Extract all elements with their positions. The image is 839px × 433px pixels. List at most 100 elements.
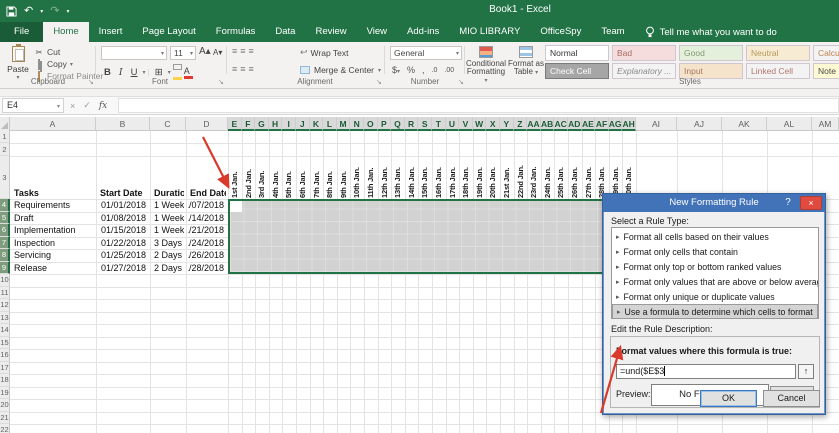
- rule-type-option[interactable]: ▸Format all cells based on their values: [612, 229, 818, 244]
- enter-entry-icon[interactable]: ✓: [83, 100, 91, 111]
- column-header-AB[interactable]: AB: [541, 117, 555, 131]
- row-header-19[interactable]: 19: [0, 387, 10, 400]
- tab-insert[interactable]: Insert: [89, 22, 133, 42]
- column-header-C[interactable]: C: [150, 117, 186, 131]
- align-center-icon[interactable]: ≡: [240, 64, 244, 74]
- column-header-Z[interactable]: Z: [514, 117, 528, 131]
- row-header-2[interactable]: 2: [0, 143, 10, 156]
- row-header-1[interactable]: 1: [0, 131, 10, 143]
- tell-me-box[interactable]: Tell me what you want to do: [635, 22, 787, 42]
- cell-style-linked-cell[interactable]: Linked Cell: [746, 63, 810, 79]
- cell-style-bad[interactable]: Bad: [612, 45, 676, 61]
- rule-formula-input[interactable]: =und($E$3: [616, 364, 796, 379]
- tab-page-layout[interactable]: Page Layout: [132, 22, 205, 42]
- column-header-AH[interactable]: AH: [622, 117, 636, 131]
- accounting-format-icon[interactable]: $▾: [392, 65, 400, 75]
- row-header-10[interactable]: 10: [0, 274, 10, 287]
- column-header-D[interactable]: D: [186, 117, 228, 131]
- align-left-icon[interactable]: ≡: [232, 64, 236, 74]
- undo-icon[interactable]: ↶: [24, 4, 33, 18]
- row-header-20[interactable]: 20: [0, 399, 10, 412]
- ok-button[interactable]: OK: [700, 390, 757, 407]
- italic-button[interactable]: I: [116, 67, 126, 78]
- row-header-14[interactable]: 14: [0, 324, 10, 337]
- font-name-combo[interactable]: ▾: [101, 46, 167, 60]
- bold-button[interactable]: B: [101, 67, 114, 78]
- comma-style-icon[interactable]: ,: [422, 65, 425, 75]
- tab-file[interactable]: File: [0, 22, 43, 42]
- customize-qat-icon[interactable]: ▾: [66, 8, 69, 15]
- rule-type-option[interactable]: ▸Format only values that are above or be…: [612, 274, 818, 289]
- row-header-4[interactable]: 4: [0, 199, 10, 212]
- column-header-A[interactable]: A: [10, 117, 96, 131]
- tab-home[interactable]: Home: [43, 22, 88, 42]
- column-header-AK[interactable]: AK: [722, 117, 767, 131]
- align-bottom-icon[interactable]: ≡: [249, 46, 253, 56]
- cell-style-calculation[interactable]: Calculation: [813, 45, 839, 61]
- cell-style-normal[interactable]: Normal: [545, 45, 609, 61]
- cancel-entry-icon[interactable]: ×: [70, 101, 75, 111]
- column-header-H[interactable]: H: [269, 117, 283, 131]
- column-header-E[interactable]: E: [228, 117, 242, 131]
- column-header-B[interactable]: B: [96, 117, 150, 131]
- tab-officespy[interactable]: OfficeSpy: [530, 22, 591, 42]
- cell-style-neutral[interactable]: Neutral: [746, 45, 810, 61]
- merge-center-button[interactable]: Merge & Center ▾: [300, 65, 381, 75]
- column-header-O[interactable]: O: [364, 117, 378, 131]
- rule-type-option[interactable]: ▸Format only cells that contain: [612, 244, 818, 259]
- column-header-Q[interactable]: Q: [391, 117, 405, 131]
- wrap-text-button[interactable]: ↩Wrap Text: [300, 47, 349, 58]
- column-header-AI[interactable]: AI: [636, 117, 677, 131]
- undo-caret-icon[interactable]: ▾: [40, 8, 43, 15]
- column-header-AA[interactable]: AA: [527, 117, 541, 131]
- column-header-AL[interactable]: AL: [767, 117, 812, 131]
- font-size-combo[interactable]: 11▾: [170, 46, 196, 60]
- column-header-W[interactable]: W: [473, 117, 487, 131]
- collapse-dialog-button[interactable]: ↑: [798, 364, 814, 379]
- column-header-V[interactable]: V: [459, 117, 473, 131]
- tab-mio-library[interactable]: MIO LIBRARY: [449, 22, 530, 42]
- grow-font-icon[interactable]: A▴: [199, 46, 211, 57]
- column-header-AD[interactable]: AD: [568, 117, 582, 131]
- align-top-icon[interactable]: ≡: [232, 46, 236, 56]
- row-header-9[interactable]: 9: [0, 262, 10, 275]
- column-header-AC[interactable]: AC: [554, 117, 568, 131]
- column-header-AE[interactable]: AE: [582, 117, 596, 131]
- cut-button[interactable]: ✂Cut: [34, 46, 103, 58]
- column-header-AG[interactable]: AG: [609, 117, 623, 131]
- column-header-Y[interactable]: Y: [500, 117, 514, 131]
- cell-style-good[interactable]: Good: [679, 45, 743, 61]
- cancel-button[interactable]: Cancel: [763, 390, 820, 407]
- copy-button[interactable]: Copy ▾: [34, 58, 103, 70]
- formula-input[interactable]: [118, 98, 839, 113]
- row-header-21[interactable]: 21: [0, 412, 10, 425]
- column-header-I[interactable]: I: [282, 117, 296, 131]
- row-header-15[interactable]: 15: [0, 337, 10, 350]
- row-header-13[interactable]: 13: [0, 312, 10, 325]
- underline-button[interactable]: U: [128, 67, 141, 78]
- column-header-AJ[interactable]: AJ: [677, 117, 722, 131]
- column-header-F[interactable]: F: [242, 117, 256, 131]
- column-header-AF[interactable]: AF: [595, 117, 609, 131]
- row-header-6[interactable]: 6: [0, 224, 10, 237]
- cell-style-note[interactable]: Note: [813, 63, 839, 79]
- tab-add-ins[interactable]: Add-ins: [397, 22, 449, 42]
- align-right-icon[interactable]: ≡: [249, 64, 253, 74]
- row-header-18[interactable]: 18: [0, 374, 10, 387]
- borders-caret-icon[interactable]: ▾: [168, 69, 171, 76]
- column-header-R[interactable]: R: [405, 117, 419, 131]
- row-header-7[interactable]: 7: [0, 237, 10, 250]
- row-header-12[interactable]: 12: [0, 299, 10, 312]
- font-launcher-icon[interactable]: ↘: [218, 78, 224, 86]
- active-cell[interactable]: [230, 201, 242, 212]
- column-header-G[interactable]: G: [255, 117, 269, 131]
- column-header-T[interactable]: T: [432, 117, 446, 131]
- column-header-L[interactable]: L: [323, 117, 337, 131]
- number-format-combo[interactable]: General▾: [390, 46, 462, 60]
- borders-icon[interactable]: ⊞: [152, 67, 166, 78]
- select-all-corner[interactable]: [0, 117, 10, 131]
- column-header-M[interactable]: M: [337, 117, 351, 131]
- tab-formulas[interactable]: Formulas: [206, 22, 266, 42]
- number-launcher-icon[interactable]: ↘: [458, 78, 464, 86]
- row-header-8[interactable]: 8: [0, 249, 10, 262]
